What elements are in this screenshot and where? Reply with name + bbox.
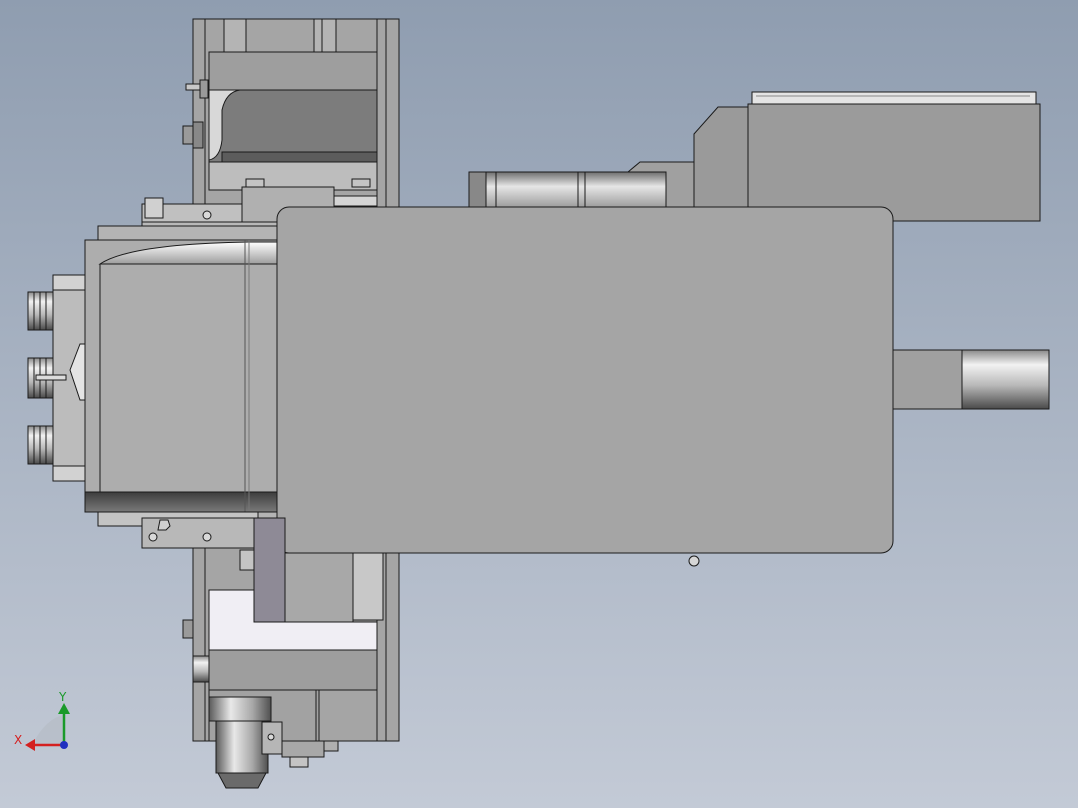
x-axis-arrowhead <box>25 739 35 751</box>
y-axis-label: Y <box>58 690 67 704</box>
upper-bracket <box>182 51 378 191</box>
upper-drum <box>468 161 695 209</box>
gearbox-housing <box>693 91 1041 222</box>
main-cover-housing <box>276 206 894 554</box>
motor-housing <box>84 225 279 527</box>
coordinate-triad: Y X <box>14 690 70 751</box>
connector-top <box>27 291 54 331</box>
x-axis-label: X <box>14 733 22 747</box>
connector-bottom <box>27 425 54 465</box>
cad-viewport[interactable]: Y X <box>0 0 1078 808</box>
output-shaft <box>892 349 1050 410</box>
locator-ball <box>688 555 700 567</box>
cad-assembly <box>27 18 1050 789</box>
triad-base-icon <box>32 715 64 745</box>
connector-panel <box>27 274 86 482</box>
y-axis-arrowhead <box>58 703 70 714</box>
z-axis-dot <box>60 741 68 749</box>
